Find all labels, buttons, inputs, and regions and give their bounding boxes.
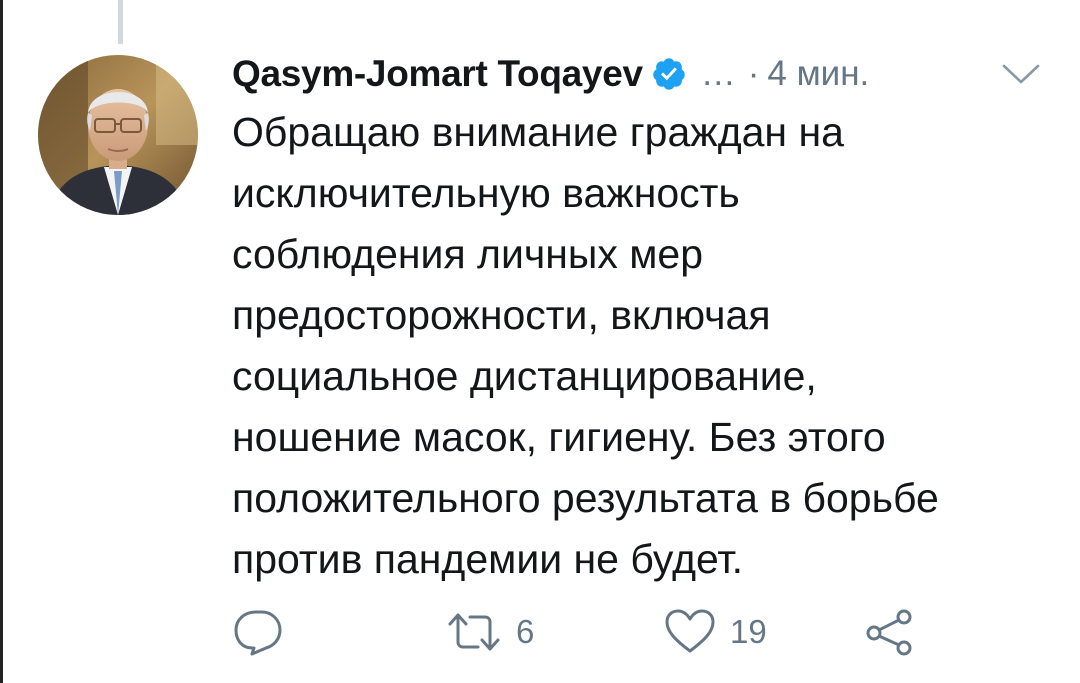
- timestamp[interactable]: 4 мин.: [767, 54, 869, 94]
- heart-icon: [665, 609, 715, 653]
- tweet-header: Qasym-Jomart Toqayev … · 4 мин.: [232, 51, 869, 97]
- tweet-text-line: положительного результата в борьбе: [232, 475, 939, 521]
- tweet-text-line: Обращаю внимание граждан на: [232, 109, 844, 155]
- tweet-text-line: предосторожности, включая: [232, 292, 771, 338]
- verified-badge-icon: [651, 56, 687, 92]
- separator-dot: ·: [747, 54, 760, 93]
- retweet-button[interactable]: 6: [446, 606, 534, 658]
- handle-truncated: …: [700, 54, 736, 93]
- share-icon: [866, 609, 912, 656]
- tweet-card[interactable]: Qasym-Jomart Toqayev … · 4 мин. Обращаю …: [0, 0, 1080, 683]
- chevron-down-icon[interactable]: [1000, 60, 1042, 88]
- tweet-text-line: против пандемии не будет.: [232, 536, 744, 582]
- thread-connector-line: [118, 0, 123, 44]
- share-button[interactable]: [864, 606, 914, 658]
- tweet-text: Обращаю внимание граждан на исключительн…: [232, 102, 1052, 590]
- left-border: [0, 0, 3, 683]
- like-button[interactable]: 19: [664, 606, 767, 658]
- retweet-count: 6: [516, 613, 535, 650]
- tweet-text-line: исключительную важность: [232, 170, 740, 216]
- retweet-icon: [448, 613, 500, 651]
- like-count: 19: [730, 613, 767, 650]
- tweet-text-line: социальное дистанцирование,: [232, 353, 817, 399]
- reply-button[interactable]: [234, 606, 298, 658]
- avatar[interactable]: [38, 55, 198, 215]
- tweet-text-line: ношение масок, гигиену. Без этого: [232, 414, 886, 460]
- reply-icon: [234, 610, 282, 656]
- author-name[interactable]: Qasym-Jomart Toqayev: [232, 53, 643, 95]
- tweet-text-line: соблюдения личных мер: [232, 231, 704, 277]
